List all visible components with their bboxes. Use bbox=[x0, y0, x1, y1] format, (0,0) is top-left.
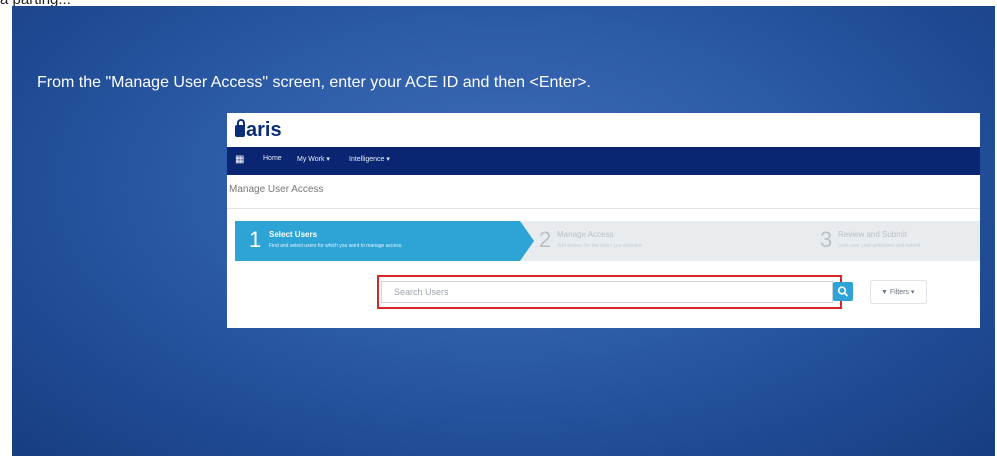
step-3-title: Review and Submit bbox=[838, 230, 907, 239]
logo-text: aris bbox=[246, 119, 282, 141]
steps-bar: 1 Select Users Find and select users for… bbox=[235, 221, 980, 261]
slide-caption: From the "Manage User Access" screen, en… bbox=[37, 74, 591, 91]
step-2-subtitle: Add access for the users you selected bbox=[557, 243, 642, 249]
grid-icon[interactable]: ▦ bbox=[235, 155, 245, 165]
step-1-select-users[interactable]: 1 Select Users Find and select users for… bbox=[235, 221, 520, 261]
page-title: Manage User Access bbox=[229, 184, 324, 195]
step-2-title: Manage Access bbox=[557, 230, 614, 239]
step-1-title: Select Users bbox=[269, 230, 318, 239]
step-1-number: 1 bbox=[249, 227, 262, 252]
app-screenshot: aris ▦ Home My Work ▾ Intelligence ▾ Man… bbox=[227, 113, 980, 328]
step-2-number: 2 bbox=[539, 227, 552, 252]
slide: From the "Manage User Access" screen, en… bbox=[12, 6, 995, 456]
search-users-input[interactable]: Search Users bbox=[381, 281, 833, 303]
divider bbox=[227, 208, 980, 209]
nav-home[interactable]: Home bbox=[263, 155, 282, 162]
step-1-subtitle: Find and select users for which you want… bbox=[269, 243, 403, 249]
nav-intelligence[interactable]: Intelligence ▾ bbox=[349, 155, 390, 163]
step-3-subtitle: Look over your selections and submit bbox=[838, 243, 921, 249]
nav-my-work[interactable]: My Work ▾ bbox=[297, 155, 330, 163]
navbar: ▦ Home My Work ▾ Intelligence ▾ bbox=[227, 147, 980, 175]
filters-label: ▼ Filters ▾ bbox=[881, 289, 915, 296]
step-3-number: 3 bbox=[820, 227, 833, 252]
logo-bar: aris bbox=[227, 113, 980, 147]
search-icon bbox=[837, 286, 848, 297]
search-placeholder: Search Users bbox=[394, 287, 449, 297]
search-button[interactable] bbox=[833, 282, 853, 301]
filters-dropdown[interactable]: ▼ Filters ▾ bbox=[870, 280, 927, 304]
step-1-arrow bbox=[520, 221, 534, 261]
search-highlight: Search Users bbox=[377, 275, 842, 309]
aris-logo: aris bbox=[235, 119, 282, 142]
lock-icon bbox=[235, 119, 245, 137]
